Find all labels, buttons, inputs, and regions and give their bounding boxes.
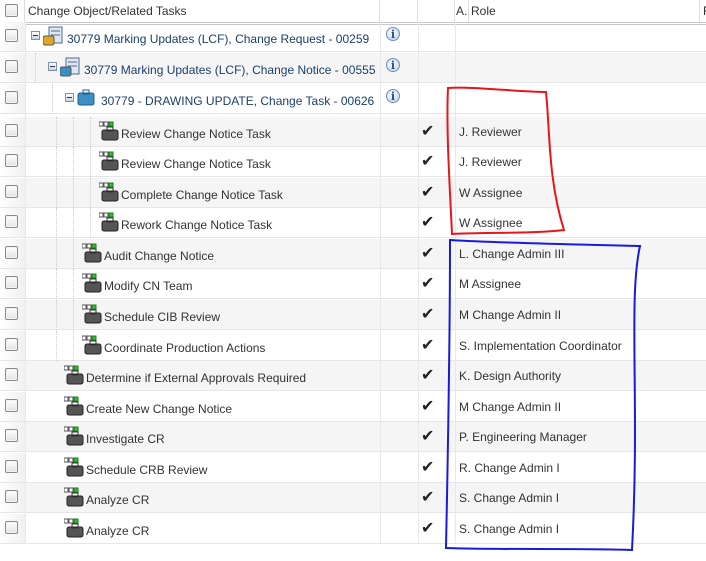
blue-annotation-outline: [444, 238, 642, 552]
red-annotation-outline: [446, 86, 566, 236]
annotation-layer: [444, 86, 642, 552]
